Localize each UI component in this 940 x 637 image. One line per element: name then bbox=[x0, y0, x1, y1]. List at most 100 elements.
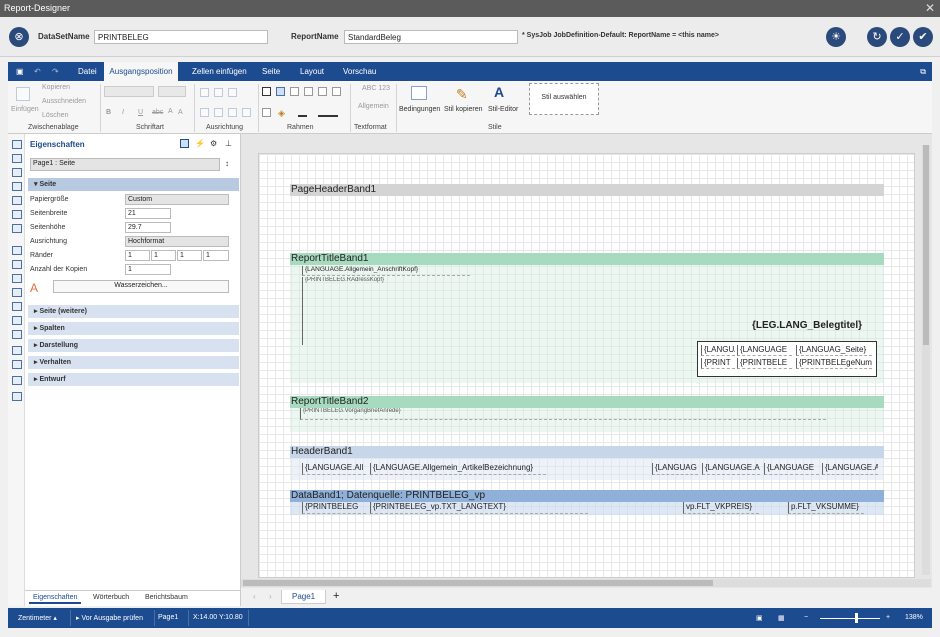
border-color-icon[interactable] bbox=[298, 108, 307, 117]
field-box-r2c3[interactable]: {PRINTBELEgeNumr bbox=[796, 358, 872, 369]
copy-style-button[interactable]: Stil kopieren bbox=[444, 106, 483, 113]
rich-text-icon[interactable] bbox=[12, 260, 22, 269]
cut-button[interactable]: Ausschneiden bbox=[42, 98, 86, 105]
style-editor-icon[interactable]: A bbox=[494, 84, 512, 100]
band-footer-icon[interactable] bbox=[12, 196, 22, 205]
zoom-slider[interactable] bbox=[820, 618, 880, 619]
field-adresskopf[interactable]: {PRINTBELEG.RAdressKopf} bbox=[302, 277, 470, 345]
textformat-label[interactable]: Allgemein bbox=[358, 103, 389, 110]
scrollbar-thumb[interactable] bbox=[923, 145, 929, 345]
copy-style-icon[interactable]: ✎ bbox=[456, 86, 472, 102]
header-col-1[interactable]: {LANGUAGE.All bbox=[302, 463, 366, 475]
data-col-3[interactable]: vp.FLT_VKPREIS} bbox=[683, 502, 759, 514]
band-title-icon[interactable] bbox=[12, 154, 22, 163]
band-group-icon[interactable] bbox=[12, 210, 22, 219]
align-center-icon[interactable] bbox=[214, 108, 223, 117]
header-col-5[interactable]: {LANGUAGE bbox=[764, 463, 819, 475]
table-icon[interactable] bbox=[12, 330, 22, 339]
tab-eigenschaften[interactable]: Eigenschaften bbox=[29, 593, 82, 604]
paste-icon[interactable] bbox=[16, 87, 30, 101]
undo-icon[interactable]: ↶ bbox=[30, 62, 45, 81]
unit-select[interactable]: Zentimeter ▴ bbox=[18, 614, 57, 622]
font-size-select[interactable] bbox=[158, 86, 186, 97]
tab-seite[interactable]: Seite bbox=[258, 62, 284, 81]
section-seite-weitere[interactable]: ▸ Seite (weitere) bbox=[28, 305, 239, 318]
band-data-icon[interactable] bbox=[12, 182, 22, 191]
refresh-icon[interactable]: ↻ bbox=[867, 27, 887, 47]
data-col-2[interactable]: {PRINTBELEG_vp.TXT_LANGTEXT} bbox=[370, 502, 588, 514]
field-vorgangbrief[interactable]: {PRINTBELEG.VorgangBriefAnrede} bbox=[300, 408, 826, 420]
barcode-icon[interactable] bbox=[12, 288, 22, 297]
align-justify-icon[interactable] bbox=[242, 108, 251, 117]
data-col-4[interactable]: p.FLT_VKSUMME} bbox=[788, 502, 864, 514]
shape-icon[interactable] bbox=[12, 302, 22, 311]
tools-icon[interactable] bbox=[12, 392, 22, 401]
text-component-icon[interactable] bbox=[12, 246, 22, 255]
view-fit-icon[interactable]: ▦ bbox=[778, 614, 785, 622]
chart-icon[interactable] bbox=[12, 376, 22, 385]
conditions-button[interactable]: Bedingungen bbox=[399, 106, 440, 113]
vertical-scrollbar[interactable] bbox=[922, 145, 930, 575]
grow-font-button[interactable]: A bbox=[168, 108, 173, 115]
restore-icon[interactable]: ⧉ bbox=[916, 62, 930, 81]
tab-page1[interactable]: Page1 bbox=[281, 590, 327, 604]
select-style-dropdown[interactable]: Stil auswählen bbox=[529, 83, 599, 115]
zoom-out-button[interactable]: − bbox=[804, 614, 808, 621]
redo-icon[interactable]: ↷ bbox=[48, 62, 63, 81]
border-right-icon[interactable] bbox=[332, 87, 341, 96]
check-output-button[interactable]: ▸ Vor Ausgabe prüfen bbox=[76, 614, 143, 622]
reportname-input[interactable]: StandardBeleg bbox=[344, 30, 518, 44]
align-left-icon[interactable] bbox=[200, 108, 209, 117]
fill-color-icon[interactable]: ◈ bbox=[278, 108, 287, 118]
italic-button[interactable]: I bbox=[122, 109, 124, 116]
underline-button[interactable]: U bbox=[138, 109, 143, 116]
add-page-button[interactable]: + bbox=[323, 590, 349, 604]
zoom-slider-handle[interactable] bbox=[855, 613, 858, 623]
save-icon[interactable]: ▣ bbox=[12, 62, 28, 81]
panel-icon[interactable] bbox=[12, 316, 22, 325]
header-col-4[interactable]: {LANGUAGE.A bbox=[702, 463, 760, 475]
field-box-r2c2[interactable]: {PRINTBELE bbox=[737, 358, 792, 369]
tab-layout[interactable]: Layout bbox=[296, 62, 328, 81]
zoom-in-button[interactable]: + bbox=[886, 614, 890, 621]
window-close-icon[interactable]: ✕ bbox=[925, 1, 935, 15]
tab-woerterbuch[interactable]: Wörterbuch bbox=[89, 593, 133, 602]
tab-datei[interactable]: Datei bbox=[74, 62, 101, 81]
properties-view-icon[interactable] bbox=[180, 139, 189, 148]
section-verhalten[interactable]: ▸ Verhalten bbox=[28, 356, 239, 369]
idea-icon[interactable]: ☀ bbox=[826, 27, 846, 47]
band-header-1[interactable]: HeaderBand1 bbox=[290, 446, 884, 458]
tab-zellen-einfuegen[interactable]: Zellen einfügen bbox=[188, 62, 251, 81]
field-anschrift[interactable]: {LANGUAGE.Allgemein_AnschriftKopf} bbox=[302, 266, 470, 276]
field-box-r1c1[interactable]: {LANGUAGE bbox=[701, 345, 735, 356]
border-none-icon[interactable] bbox=[262, 108, 271, 117]
gear-icon[interactable]: ⚙ bbox=[210, 139, 219, 148]
tab-berichtsbaum[interactable]: Berichtsbaum bbox=[141, 593, 192, 602]
field-box-r2c1[interactable]: {PRINT bbox=[701, 358, 735, 369]
border-bottom-icon[interactable] bbox=[304, 87, 313, 96]
margin-right-input[interactable]: 1 bbox=[151, 250, 176, 261]
font-family-select[interactable] bbox=[104, 86, 154, 97]
tab-ausgangsposition[interactable]: Ausgangsposition bbox=[104, 62, 178, 81]
band-report-title-1[interactable]: ReportTitleBand1 bbox=[290, 253, 884, 265]
approve-icon[interactable]: ✔ bbox=[913, 27, 933, 47]
field-box-r1c3[interactable]: {LANGUAG_Seite} bbox=[796, 345, 872, 356]
sort-icon[interactable]: ↕ bbox=[225, 159, 234, 168]
component-selector[interactable]: Page1 : Seite bbox=[30, 158, 220, 171]
view-single-icon[interactable]: ▣ bbox=[756, 614, 763, 622]
paper-size-select[interactable]: Custom bbox=[125, 194, 229, 205]
events-icon[interactable]: ⚡ bbox=[195, 139, 205, 148]
section-spalten[interactable]: ▸ Spalten bbox=[28, 322, 239, 335]
tab-vorschau[interactable]: Vorschau bbox=[339, 62, 380, 81]
copies-input[interactable]: 1 bbox=[125, 264, 171, 275]
band-page-header-icon[interactable] bbox=[12, 140, 22, 149]
bold-button[interactable]: B bbox=[106, 109, 111, 116]
align-bottom-icon[interactable] bbox=[228, 88, 237, 97]
band-data-1[interactable]: DataBand1; Datenquelle: PRINTBELEG_vp bbox=[290, 490, 884, 502]
band-report-title-2[interactable]: ReportTitleBand2 bbox=[290, 396, 884, 408]
border-top-icon[interactable] bbox=[290, 87, 299, 96]
page-height-input[interactable]: 29.7 bbox=[125, 222, 171, 233]
band-header-icon[interactable] bbox=[12, 168, 22, 177]
delete-button[interactable]: Löschen bbox=[42, 112, 68, 119]
pin-icon[interactable]: ⊥ bbox=[225, 139, 234, 148]
